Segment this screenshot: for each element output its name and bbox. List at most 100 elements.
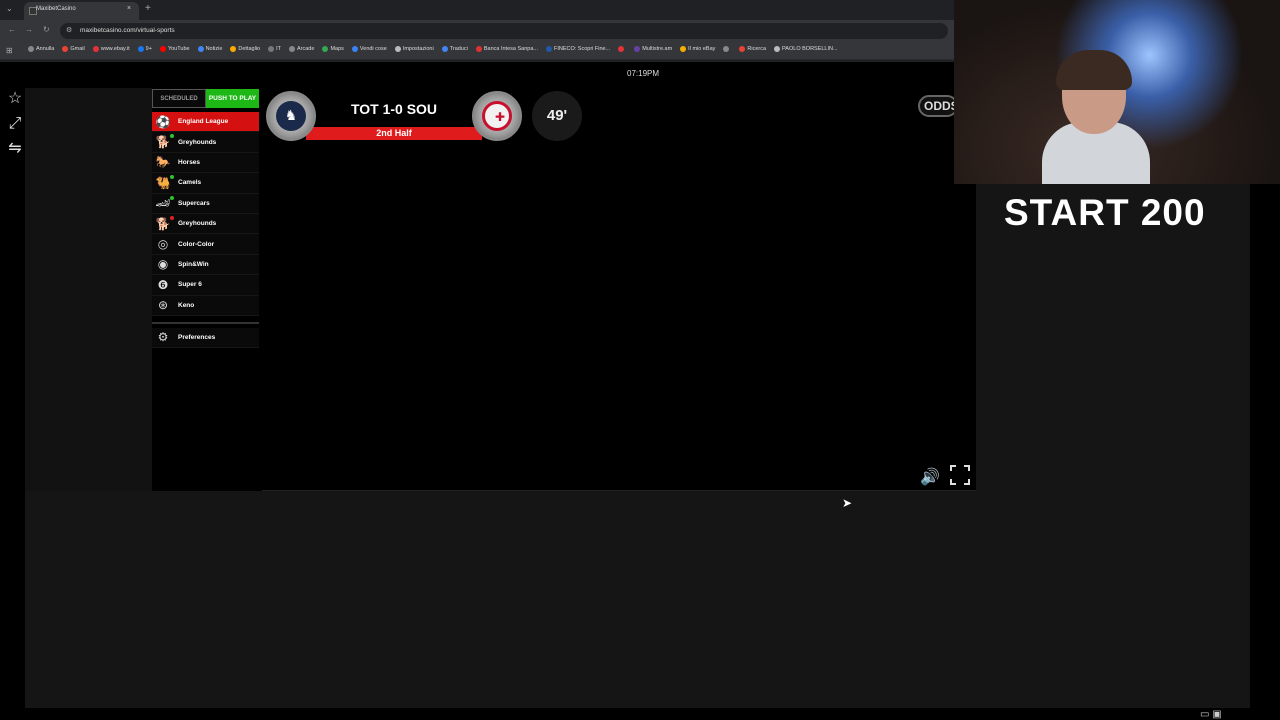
forward-icon[interactable]: →: [25, 25, 33, 34]
start-overlay-text: START 200: [1004, 192, 1206, 233]
bookmark-favicon-icon: [774, 46, 781, 52]
bookmark-label: Multistre.am: [642, 46, 673, 52]
game-item[interactable]: 🐫 Camels: [152, 173, 259, 194]
game-label: Color-Color: [178, 240, 215, 248]
mouse-cursor-icon: ➤: [842, 496, 853, 510]
video-panel[interactable]: 2nd Half ♞ TOT 1-0 SOU ✚ 49' ODDS 🔊: [262, 89, 976, 491]
bookmark-item[interactable]: Traduci: [441, 46, 468, 52]
site-info-icon[interactable]: ⚙: [66, 26, 72, 34]
tab-search-icon[interactable]: ⌄: [6, 4, 13, 13]
bookmark-favicon-icon: [351, 46, 358, 52]
bookmark-item[interactable]: Notizie: [197, 46, 223, 52]
bookmark-favicon-icon: [739, 46, 746, 52]
mode-toggle: SCHEDULED PUSH TO PLAY: [152, 89, 259, 108]
bookmark-label: Banca Intesa Sanpa...: [483, 46, 538, 52]
odds-button[interactable]: ODDS: [918, 95, 958, 117]
reload-icon[interactable]: ↻: [43, 25, 50, 34]
bookmark-item[interactable]: [723, 46, 731, 52]
volume-icon[interactable]: 🔊: [920, 467, 940, 487]
back-icon[interactable]: ←: [8, 25, 16, 34]
bookmark-item[interactable]: IT: [268, 46, 281, 52]
bookmark-label: Il mio eBay: [688, 46, 716, 52]
game-item[interactable]: ⚽ England League: [152, 112, 259, 133]
bookmark-favicon-icon: [618, 46, 625, 52]
bookmark-label: Impostazioni: [402, 46, 434, 52]
game-label: Supercars: [178, 199, 210, 207]
tab-title: MaxibetCasino: [36, 6, 76, 12]
preferences-item[interactable]: ⚙ Preferences: [152, 327, 259, 348]
saints-crest-icon: ✚: [494, 110, 506, 124]
bookmark-label: Maps: [330, 46, 344, 52]
bookmark-item[interactable]: www.ebay.it: [92, 46, 130, 52]
bookmark-item[interactable]: Annulla: [28, 46, 54, 52]
address-bar: ← → ↻ ⚙ maxibetcasino.com/virtual-sports: [0, 20, 954, 42]
bookmark-item[interactable]: YouTube: [159, 46, 190, 52]
bookmark-favicon-icon: [545, 46, 552, 52]
game-item[interactable]: 🐎 Horses: [152, 152, 259, 174]
bookmark-item[interactable]: Banca Intesa Sanpa...: [475, 46, 538, 52]
gear-icon: ⚙: [157, 330, 169, 345]
game-item[interactable]: 🐕 Greyhounds: [152, 213, 259, 235]
bookmark-label: Notizie: [205, 46, 223, 52]
bookmark-item[interactable]: PAOLO BORSELLIN...: [774, 46, 838, 52]
push-to-play-button[interactable]: PUSH TO PLAY: [206, 89, 259, 108]
bookmark-favicon-icon: [268, 46, 275, 52]
game-item[interactable]: ◎ Color-Color: [152, 234, 259, 255]
game-item[interactable]: ⊛ Keno: [152, 295, 259, 316]
browser-tab[interactable]: MaxibetCasino ×: [24, 2, 139, 20]
window-layout-icon: ▭ ▣: [1200, 709, 1222, 720]
game-item[interactable]: 🐕 Greyhounds: [152, 132, 259, 153]
fullscreen-icon[interactable]: [950, 465, 970, 485]
bookmark-item[interactable]: Arcade: [289, 46, 314, 52]
star-icon[interactable]: ☆: [5, 88, 25, 110]
bookmark-label: PAOLO BORSELLIN...: [782, 46, 838, 52]
game-icon: 🐎: [155, 155, 171, 170]
bookmark-item[interactable]: 9+: [137, 46, 152, 52]
bookmark-item[interactable]: Multistre.am: [634, 46, 672, 52]
scoreboard: 2nd Half ♞ TOT 1-0 SOU ✚: [266, 91, 522, 141]
status-dot-icon: [170, 215, 174, 220]
bookmark-favicon-icon: [28, 46, 34, 52]
game-icon: ❻: [157, 277, 169, 292]
tab-strip: ⌄ MaxibetCasino × +: [0, 0, 954, 20]
game-item[interactable]: ◉ Spin&Win: [152, 254, 259, 276]
expand-icon[interactable]: ⤢: [5, 113, 25, 135]
bookmark-favicon-icon: [475, 46, 482, 52]
bookmark-item[interactable]: Maps: [322, 46, 344, 52]
game-label: Greyhounds: [178, 138, 217, 146]
url-input[interactable]: ⚙ maxibetcasino.com/virtual-sports: [60, 23, 948, 39]
bookmark-favicon-icon: [723, 46, 730, 52]
bookmark-item[interactable]: Vendi cose: [351, 46, 387, 52]
bookmark-item[interactable]: FINECO: Scopri Fine...: [545, 46, 611, 52]
period-bar: 2nd Half: [306, 127, 482, 140]
bookmark-item[interactable]: Il mio eBay: [680, 46, 715, 52]
game-item[interactable]: ❻ Super 6: [152, 275, 259, 296]
bookmark-label: Gmail: [70, 46, 85, 52]
game-menu: SCHEDULED PUSH TO PLAY ⚽ England League 🐕 G…: [152, 89, 259, 348]
bookmark-item[interactable]: Ricerca: [739, 46, 766, 52]
game-label: Spin&Win: [178, 260, 209, 268]
menu-divider: [152, 321, 259, 324]
game-icon: ◉: [157, 257, 169, 272]
bookmark-item[interactable]: Impostazioni: [394, 46, 434, 52]
bookmarks-bar: ⊞ Annulla Gmail www.ebay.it 9+ YouTube Notizi…: [0, 42, 954, 60]
game-list: ⚽ England League 🐕 Greyhounds 🐎 Horses 🐫 Camels…: [152, 112, 259, 316]
bookmark-label: Traduci: [449, 46, 468, 52]
home-team-logo: ♞: [266, 91, 316, 141]
lower-area: [25, 491, 1250, 708]
game-item[interactable]: 🏎 Supercars: [152, 193, 259, 214]
bookmark-label: FINECO: Scopri Fine...: [553, 46, 611, 52]
swap-icon[interactable]: ⇋: [5, 138, 25, 160]
bookmark-favicon-icon: [680, 46, 687, 52]
bookmark-item[interactable]: Gmail: [62, 46, 85, 52]
bookmark-label: Arcade: [297, 46, 315, 52]
new-tab-button[interactable]: +: [145, 3, 151, 14]
bookmark-item[interactable]: [618, 46, 626, 52]
close-tab-icon[interactable]: ×: [127, 5, 131, 12]
apps-grid-icon[interactable]: ⊞: [6, 46, 13, 55]
bookmark-item[interactable]: Dettaglio: [230, 46, 260, 52]
left-gutter: [25, 88, 152, 491]
bookmark-label: Dettaglio: [238, 46, 261, 52]
scheduled-button[interactable]: SCHEDULED: [152, 89, 206, 108]
bookmark-favicon-icon: [197, 46, 204, 52]
